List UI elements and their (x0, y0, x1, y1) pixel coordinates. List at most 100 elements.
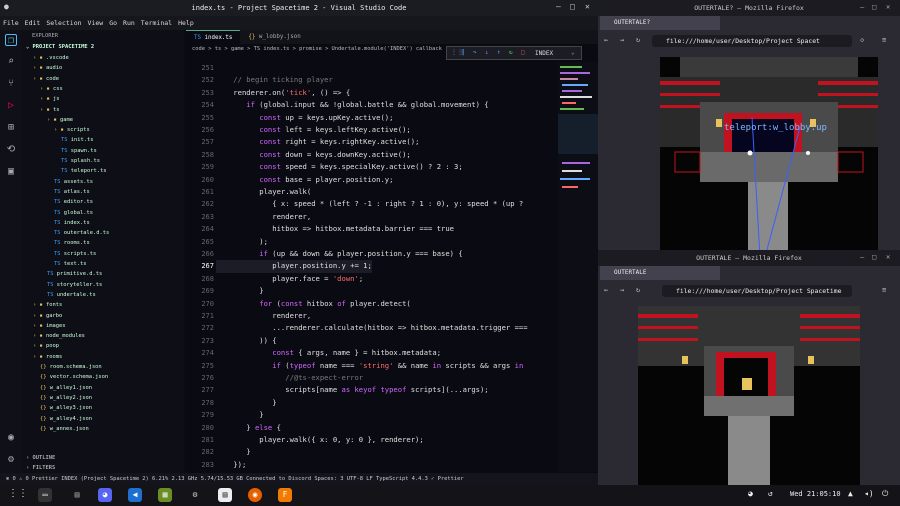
close-icon[interactable]: ✕ (886, 3, 890, 11)
url-bar[interactable]: file:///home/user/Desktop/Project Spacet (652, 35, 852, 47)
tree-item[interactable]: › ▪ scripts (54, 125, 90, 135)
browser-tab[interactable]: OUTERTALE? (600, 16, 720, 30)
tree-item[interactable]: TS teleport.ts (61, 166, 106, 176)
file-manager-icon[interactable]: ▤ (70, 488, 84, 502)
code-line[interactable]: if (typeof name === 'string' && name in … (216, 360, 523, 372)
power-icon[interactable]: ⏻ (882, 489, 888, 499)
back-icon[interactable]: ← (604, 36, 608, 44)
code-line[interactable]: const left = keys.leftKey.active(); (216, 124, 410, 136)
clock[interactable]: Wed 21:05:10 (790, 490, 841, 498)
menu-selection[interactable]: Selection (46, 19, 81, 27)
code-line[interactable]: const speed = keys.specialKey.active() ?… (216, 161, 462, 173)
tree-item[interactable]: TS index.ts (54, 218, 90, 228)
tree-item[interactable]: TS editor.ts (54, 197, 93, 207)
tree-item[interactable]: TS primitive.d.ts (47, 269, 102, 279)
discord-tray-icon[interactable]: ◕ (748, 489, 753, 498)
status-text[interactable]: ⊗ 0 ⚠ 0 Prettier INDEX (Project Spacetim… (0, 476, 464, 482)
tree-item[interactable]: {} w_annex.json (40, 424, 89, 434)
code-line[interactable]: const down = keys.downKey.active(); (216, 149, 410, 161)
code-line[interactable]: for (const hitbox of player.detect( (216, 298, 410, 310)
tree-item[interactable]: {} room.schema.json (40, 362, 102, 372)
menu-view[interactable]: View (88, 19, 104, 27)
code-line[interactable]: ); (216, 236, 268, 248)
tree-item[interactable]: › ▪ css (40, 84, 63, 94)
code-line[interactable]: } (216, 446, 250, 458)
code-line[interactable]: player.face = 'down'; (216, 273, 363, 285)
game-canvas[interactable]: teleport:w_lobby:up (660, 57, 878, 265)
docker-icon[interactable]: ▣ (5, 166, 17, 178)
menu-edit[interactable]: Edit (25, 19, 41, 27)
step-over-icon[interactable]: ↷ (473, 49, 477, 56)
extensions-icon[interactable]: ⊞ (5, 122, 17, 134)
browser-tab[interactable]: OUTERTALE (600, 266, 720, 280)
tab-w-lobby-json[interactable]: {} w_lobby.json (240, 30, 308, 44)
menu-help[interactable]: Help (178, 19, 194, 27)
code-line[interactable]: player.walk( (216, 186, 311, 198)
reload-icon[interactable]: ↻ (636, 36, 640, 44)
tree-item[interactable]: {} vector.schema.json (40, 372, 108, 382)
close-icon[interactable]: ✕ (585, 2, 590, 11)
forward-icon[interactable]: → (620, 286, 624, 294)
tree-item[interactable]: TS spawn.ts (61, 146, 97, 156)
code-line[interactable]: const base = player.position.y; (216, 174, 393, 186)
minimize-icon[interactable]: – (860, 253, 864, 261)
ftp-icon[interactable]: F (278, 488, 292, 502)
restart-icon[interactable]: ↻ (509, 49, 513, 56)
code-line[interactable]: scripts[name as keyof typeof scripts](..… (216, 384, 488, 396)
minimap[interactable] (558, 62, 598, 472)
forward-icon[interactable]: → (620, 36, 624, 44)
tree-item[interactable]: › ▪ audio (33, 63, 62, 73)
code-line[interactable]: if (global.input && !global.battle && gl… (216, 99, 488, 111)
code-view[interactable]: // begin ticking player renderer.on('tic… (216, 62, 556, 472)
tree-item[interactable]: {} w_alley1.json (40, 383, 92, 393)
filters-section[interactable]: › FILTERS (26, 463, 55, 473)
code-line[interactable]: renderer, (216, 211, 311, 223)
code-line[interactable]: }); (216, 459, 246, 471)
tree-item[interactable]: › ▪ fonts (33, 300, 62, 310)
step-out-icon[interactable]: ↑ (497, 49, 501, 56)
tree-item[interactable]: TS splash.ts (61, 156, 100, 166)
tree-item[interactable]: › ▪ images (33, 321, 65, 331)
firefox-icon[interactable]: ◉ (248, 488, 262, 502)
app-launcher-icon[interactable]: ⋮⋮ (8, 488, 28, 499)
code-line[interactable]: ...renderer.calculate(hitbox => hitbox.m… (216, 322, 527, 334)
project-root[interactable]: ⌄ PROJECT SPACETIME 2 (26, 42, 94, 52)
tree-item[interactable]: › ▪ rooms (33, 352, 62, 362)
code-line[interactable]: //@ts-expect-error (216, 372, 363, 384)
run-debug-icon[interactable]: ▷ (5, 100, 17, 112)
remote-icon[interactable]: ⟲ (5, 144, 17, 156)
code-line[interactable]: { x: speed * (left ? -1 : right ? 1 : 0)… (216, 198, 523, 210)
maximize-icon[interactable]: □ (872, 253, 876, 261)
tree-item[interactable]: TS atlas.ts (54, 187, 90, 197)
code-line[interactable]: player.position.y += 1; (216, 260, 372, 273)
settings-icon[interactable]: ⚙ (188, 488, 202, 502)
chevron-down-icon[interactable]: ⌄ (571, 49, 575, 56)
tree-item[interactable]: › ▪ js (40, 94, 59, 104)
tree-item[interactable]: › ▪ ts (40, 105, 59, 115)
code-line[interactable]: const { args, name } = hitbox.metadata; (216, 347, 441, 359)
minimize-icon[interactable]: – (556, 2, 561, 11)
source-control-icon[interactable]: ⑂ (5, 78, 17, 90)
menu-go[interactable]: Go (109, 19, 117, 27)
search-icon[interactable]: ⌕ (5, 56, 17, 68)
tree-item[interactable]: › ▪ garbo (33, 311, 62, 321)
tab-index-ts[interactable]: TS index.ts (186, 30, 241, 44)
tree-item[interactable]: TS global.ts (54, 208, 93, 218)
tree-item[interactable]: › ▪ poop (33, 341, 59, 351)
url-bar[interactable]: file:///home/user/Desktop/Project Spacet… (662, 285, 852, 297)
menu-terminal[interactable]: Terminal (141, 19, 172, 27)
volume-icon[interactable]: ◂) (864, 489, 874, 498)
tree-item[interactable]: {} w_alley4.json (40, 414, 92, 424)
outline-section[interactable]: › OUTLINE (26, 453, 55, 463)
tree-item[interactable]: › ▪ game (47, 115, 73, 125)
network-icon[interactable]: ▲ (848, 489, 853, 498)
code-line[interactable]: )) { (216, 335, 276, 347)
maximize-icon[interactable]: □ (570, 2, 575, 11)
code-line[interactable]: renderer, (216, 310, 311, 322)
terminal-icon[interactable]: ▭ (38, 488, 52, 502)
tree-item[interactable]: TS storyteller.ts (47, 280, 102, 290)
back-icon[interactable]: ← (604, 286, 608, 294)
game-canvas[interactable] (638, 306, 860, 485)
tree-item[interactable]: TS undertale.ts (47, 290, 96, 300)
menu-file[interactable]: File (3, 19, 19, 27)
